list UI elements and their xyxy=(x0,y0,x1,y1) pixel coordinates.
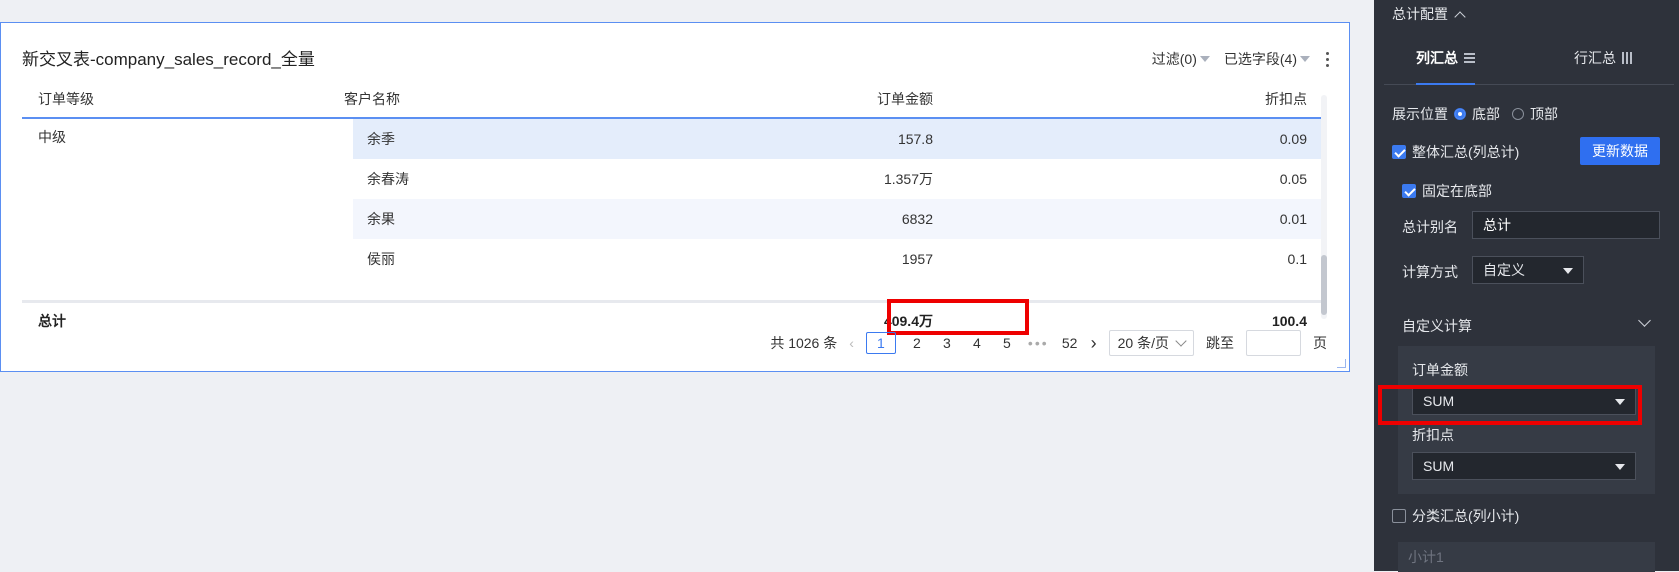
agg-value: SUM xyxy=(1423,458,1455,474)
scrollbar-thumb[interactable] xyxy=(1321,255,1327,315)
overall-summary-row: 整体汇总(列总计) xyxy=(1392,142,1519,162)
chevron-up-icon xyxy=(1454,10,1466,23)
active-tab-indicator xyxy=(1416,83,1475,85)
tab-label: 行汇总 xyxy=(1574,50,1616,66)
total-count: 共 1026 条 xyxy=(770,335,838,351)
fix-bottom-checkbox[interactable] xyxy=(1402,184,1416,198)
field-name: 订单金额 xyxy=(1412,362,1468,378)
fix-bottom-row: 固定在底部 xyxy=(1402,181,1492,201)
next-page-icon[interactable]: › xyxy=(1091,333,1097,354)
more-options-icon[interactable] xyxy=(1324,51,1331,67)
vertical-scrollbar[interactable] xyxy=(1321,95,1327,319)
page-last[interactable]: 52 xyxy=(1061,335,1079,351)
overall-summary-label[interactable]: 整体汇总(列总计) xyxy=(1412,142,1519,162)
ellipsis[interactable]: ••• xyxy=(1028,335,1049,351)
list-icon xyxy=(1464,53,1475,63)
category-summary-row: 分类汇总(列小计) xyxy=(1392,506,1519,526)
header-order-amount[interactable]: 订单金额 xyxy=(877,81,933,117)
table-row[interactable]: 侯丽 1957 0.1 xyxy=(353,239,1327,279)
total-alias-input[interactable]: 总计 xyxy=(1472,211,1660,239)
amount-cell: 1.357万 xyxy=(883,171,933,187)
header-customer-name[interactable]: 客户名称 xyxy=(344,81,400,117)
tab-column-summary[interactable]: 列汇总 xyxy=(1416,48,1475,85)
tab-row-summary[interactable]: 行汇总 xyxy=(1574,48,1632,68)
table-row[interactable]: 余季 157.8 0.09 xyxy=(353,119,1327,159)
summary-tabs: 列汇总 行汇总 xyxy=(1384,34,1674,85)
config-panel: 总计配置 列汇总 行汇总 展示位置 底部 顶部 整体汇总(列总计) 更新数据 固… xyxy=(1374,0,1679,572)
position-label: 展示位置 xyxy=(1392,106,1448,122)
caret-down-icon xyxy=(1199,56,1210,62)
page-size-value: 20 条/页 xyxy=(1117,335,1169,351)
discount-cell: 0.01 xyxy=(1279,211,1307,227)
pagination: 共 1026 条 ‹ 1 2 3 4 5 ••• 52 › 20 条/页 跳至 … xyxy=(770,329,1327,357)
radio-top[interactable] xyxy=(1512,108,1524,120)
selected-fields-label: 已选字段(4) xyxy=(1223,51,1297,67)
radio-bottom[interactable] xyxy=(1454,108,1466,120)
customer-cell: 余季 xyxy=(367,131,395,147)
custom-calc-label[interactable]: 自定义计算 xyxy=(1402,316,1472,336)
customer-cell: 侯丽 xyxy=(367,251,395,267)
header-discount[interactable]: 折扣点 xyxy=(1265,81,1307,117)
radio-top-label[interactable]: 顶部 xyxy=(1530,104,1558,124)
highlight-box xyxy=(1378,385,1642,425)
group-cell: 中级 xyxy=(38,129,66,145)
discount-cell: 0.09 xyxy=(1279,131,1307,147)
subtotal-input[interactable]: 小计1 xyxy=(1398,542,1655,572)
table-header: 订单等级 客户名称 订单金额 折扣点 xyxy=(22,81,1327,119)
page-size-select[interactable]: 20 条/页 xyxy=(1108,330,1194,356)
radio-bottom-label[interactable]: 底部 xyxy=(1472,104,1500,124)
page-3[interactable]: 3 xyxy=(938,335,956,351)
chevron-down-icon xyxy=(1175,335,1187,347)
total-label: 总计 xyxy=(38,313,66,329)
table-row[interactable]: 余春涛 1.357万 0.05 xyxy=(353,159,1327,199)
section-title: 总计配置 xyxy=(1392,6,1448,22)
alias-label: 总计别名 xyxy=(1402,219,1458,235)
jump-page-input[interactable] xyxy=(1246,330,1301,356)
customer-cell: 余春涛 xyxy=(367,171,409,187)
overall-summary-checkbox[interactable] xyxy=(1392,145,1406,159)
card-title: 新交叉表-company_sales_record_全量 xyxy=(22,50,315,69)
caret-down-icon xyxy=(1300,56,1310,62)
filter-label: 过滤(0) xyxy=(1151,51,1197,67)
selected-fields-button[interactable]: 已选字段(4) xyxy=(1224,49,1310,69)
caret-down-icon xyxy=(1563,268,1573,274)
discount-cell: 0.1 xyxy=(1287,251,1307,267)
card-toolbar: 过滤(0) 已选字段(4) xyxy=(1152,49,1331,69)
category-summary-checkbox[interactable] xyxy=(1392,509,1406,523)
display-position-row: 展示位置 底部 顶部 xyxy=(1392,104,1558,124)
amount-cell: 157.8 xyxy=(897,131,933,147)
resize-handle-icon[interactable] xyxy=(1337,359,1346,368)
calc-method-value: 自定义 xyxy=(1483,262,1525,278)
discount-agg-select[interactable]: SUM xyxy=(1412,452,1636,480)
calc-method-label: 计算方式 xyxy=(1402,264,1458,280)
update-data-button[interactable]: 更新数据 xyxy=(1580,137,1660,165)
jump-label: 跳至 xyxy=(1206,335,1234,351)
filter-button[interactable]: 过滤(0) xyxy=(1152,49,1210,69)
category-summary-label[interactable]: 分类汇总(列小计) xyxy=(1412,506,1519,526)
customer-cell: 余果 xyxy=(367,211,395,227)
page-2[interactable]: 2 xyxy=(908,335,926,351)
cross-table-card: 新交叉表-company_sales_record_全量 过滤(0) 已选字段(… xyxy=(0,22,1350,372)
page-1[interactable]: 1 xyxy=(865,332,896,354)
amount-cell: 1957 xyxy=(901,251,933,267)
prev-page-icon[interactable]: ‹ xyxy=(849,335,854,351)
caret-down-icon xyxy=(1615,464,1625,470)
header-order-level[interactable]: 订单等级 xyxy=(38,81,94,117)
tab-label: 列汇总 xyxy=(1416,50,1458,66)
page-5[interactable]: 5 xyxy=(998,335,1016,351)
page-suffix: 页 xyxy=(1313,335,1327,351)
amount-cell: 6832 xyxy=(901,211,933,227)
field-name: 折扣点 xyxy=(1412,427,1454,443)
calc-method-select[interactable]: 自定义 xyxy=(1472,256,1584,284)
fix-bottom-label[interactable]: 固定在底部 xyxy=(1422,181,1492,201)
columns-icon xyxy=(1622,52,1632,64)
section-header[interactable]: 总计配置 xyxy=(1392,4,1466,24)
discount-cell: 0.05 xyxy=(1279,171,1307,187)
chevron-down-icon[interactable] xyxy=(1638,314,1651,327)
table-row[interactable]: 余果 6832 0.01 xyxy=(353,199,1327,239)
page-4[interactable]: 4 xyxy=(968,335,986,351)
